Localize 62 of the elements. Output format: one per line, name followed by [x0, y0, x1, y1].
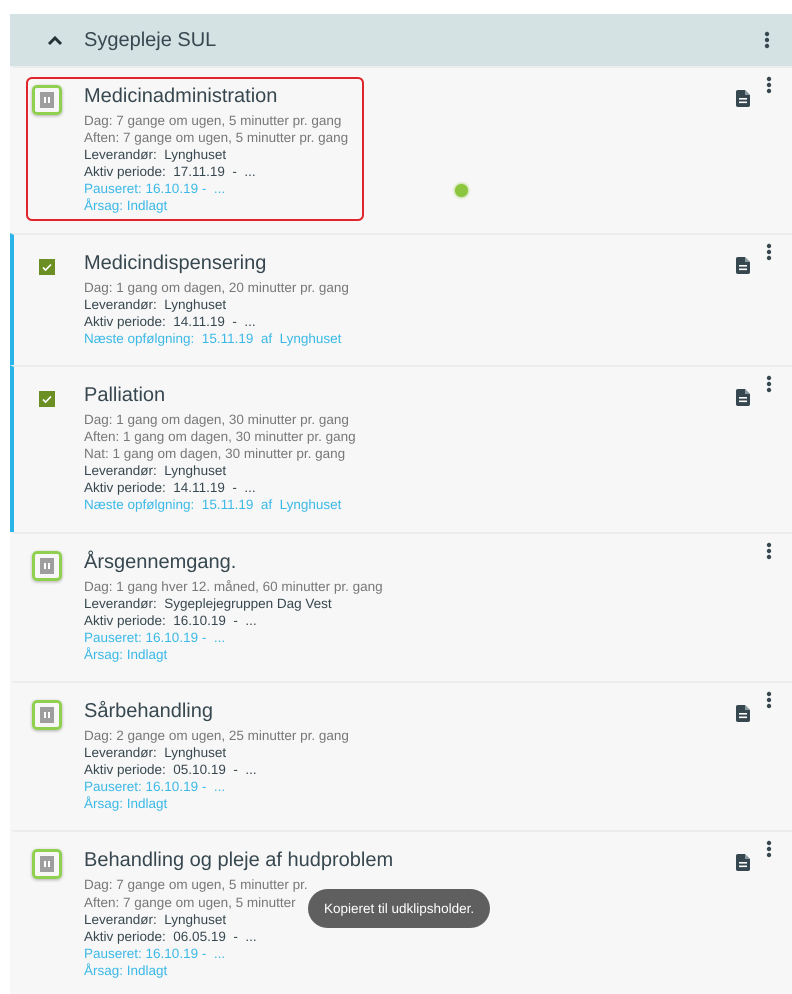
schedule-line: Aften: 1 gang om dagen, 30 minutter pr. gang [84, 428, 356, 446]
group-title: Sygepleje SUL [84, 28, 218, 52]
service-title: Medicindispensering [84, 252, 266, 275]
schedule-line: Nat: 1 gang om dagen, 30 minutter pr. gang [84, 445, 346, 462]
service-title: Behandling og pleje af hudproblem [84, 849, 394, 872]
more-icon[interactable] [766, 690, 772, 709]
service-title: Palliation [84, 384, 166, 407]
service-card[interactable]: Årsgennemgang. Dag: 1 gang hver 12. måned, 60 minutter pr. gang Leverandør: Sygeplejegruppen Dag Vest Aktiv periode: 16.10.19 - ... Pauseret: 16.10.19 - ... Årsag: Indlagt [10, 532, 792, 681]
detail-line: Leverandør: Lynghuset [84, 462, 226, 480]
service-title: Årsgennemgang. [84, 550, 236, 574]
service-card[interactable]: Sårbehandling Dag: 2 gange om ugen, 25 minutter pr. gang Leverandør: Lynghuset Aktiv periode: 05.10.19 - ... Pauseret: 16.10.19 - ... Årsag: Indlagt [10, 680, 792, 830]
document-icon[interactable] [736, 256, 750, 274]
detail-line: Aktiv periode: 16.10.19 - ... [84, 612, 257, 629]
service-title: Sårbehandling [84, 700, 213, 723]
status-note: Pauseret: 16.10.19 - ... [84, 944, 226, 962]
toast-message: Kopieret til udklipsholder. [308, 889, 490, 928]
service-card[interactable]: Medicinadministration Dag: 7 gange om ugen, 5 minutter pr. gang Aften: 7 gange om ugen, 5 minutter pr. gang Leverandør: Lynghuset Aktiv periode: 17.11.19 - ... Pauseret: 16.10.19 - ... Årsag: Indlagt [10, 66, 792, 233]
status-note: Årsag: Indlagt [84, 795, 168, 812]
detail-line: Aktiv periode: 14.11.19 - ... [84, 479, 256, 496]
group-header[interactable]: Sygepleje SUL [10, 14, 792, 66]
pause-icon[interactable] [32, 700, 62, 730]
detail-line: Leverandør: Lynghuset [84, 146, 226, 164]
pause-icon[interactable] [32, 849, 62, 880]
status-note: Pauseret: 16.10.19 - ... [84, 778, 226, 796]
schedule-line: Dag: 1 gang om dagen, 20 minutter pr. gang [84, 278, 349, 296]
detail-line: Leverandør: Lynghuset [84, 910, 226, 928]
schedule-line: Dag: 7 gange om ugen, 5 minutter pr. [84, 876, 308, 894]
status-note: Pauseret: 16.10.19 - ... [84, 628, 226, 646]
detail-line: Aktiv periode: 17.11.19 - ... [84, 163, 256, 180]
status-note: Årsag: Indlagt [84, 646, 168, 663]
document-icon[interactable] [736, 90, 750, 107]
more-icon[interactable] [764, 31, 770, 49]
pause-icon[interactable] [32, 550, 62, 580]
schedule-line: Aften: 7 gange om ugen, 5 minutter pr. gang [84, 129, 348, 146]
status-note: Årsag: Indlagt [84, 962, 168, 979]
document-icon[interactable] [736, 388, 750, 406]
schedule-line: Dag: 1 gang hver 12. måned, 60 minutter pr. gang [84, 578, 383, 595]
detail-line: Leverandør: Lynghuset [84, 296, 226, 313]
service-title: Medicinadministration [84, 85, 278, 108]
more-icon[interactable] [766, 542, 772, 560]
document-icon[interactable] [736, 854, 750, 872]
detail-line: Leverandør: Lynghuset [84, 744, 226, 762]
status-note: Næste opfølgning: 15.11.19 af Lynghuset [84, 330, 342, 347]
detail-line: Leverandør: Sygeplejegruppen Dag Vest [84, 594, 332, 612]
schedule-line: Dag: 1 gang om dagen, 30 minutter pr. gang [84, 410, 349, 428]
chevron-icon[interactable] [46, 34, 64, 46]
schedule-line: Aften: 7 gange om ugen, 5 minutter [84, 894, 296, 911]
more-icon[interactable] [766, 242, 772, 261]
status-note: Pauseret: 16.10.19 - ... [84, 180, 226, 198]
more-icon[interactable] [766, 840, 772, 858]
schedule-line: Dag: 2 gange om ugen, 25 minutter pr. gang [84, 726, 349, 744]
status-note: Næste opfølgning: 15.11.19 af Lynghuset [84, 496, 342, 514]
detail-line: Aktiv periode: 06.05.19 - ... [84, 928, 257, 945]
document-icon[interactable] [736, 704, 750, 722]
status-note: Årsag: Indlagt [84, 197, 168, 215]
more-icon[interactable] [766, 374, 772, 393]
more-icon[interactable] [766, 76, 772, 94]
pause-icon[interactable] [32, 85, 62, 115]
detail-line: Aktiv periode: 14.11.19 - ... [84, 312, 256, 330]
service-card[interactable]: Medicindispensering Dag: 1 gang om dagen, 20 minutter pr. gang Leverandør: Lynghuset Aktiv periode: 14.11.19 - ... Næste opfølgning: 15.11.19 af Lynghuset [10, 232, 792, 365]
schedule-line: Dag: 7 gange om ugen, 5 minutter pr. gang [84, 112, 342, 130]
detail-line: Aktiv periode: 05.10.19 - ... [84, 761, 257, 778]
